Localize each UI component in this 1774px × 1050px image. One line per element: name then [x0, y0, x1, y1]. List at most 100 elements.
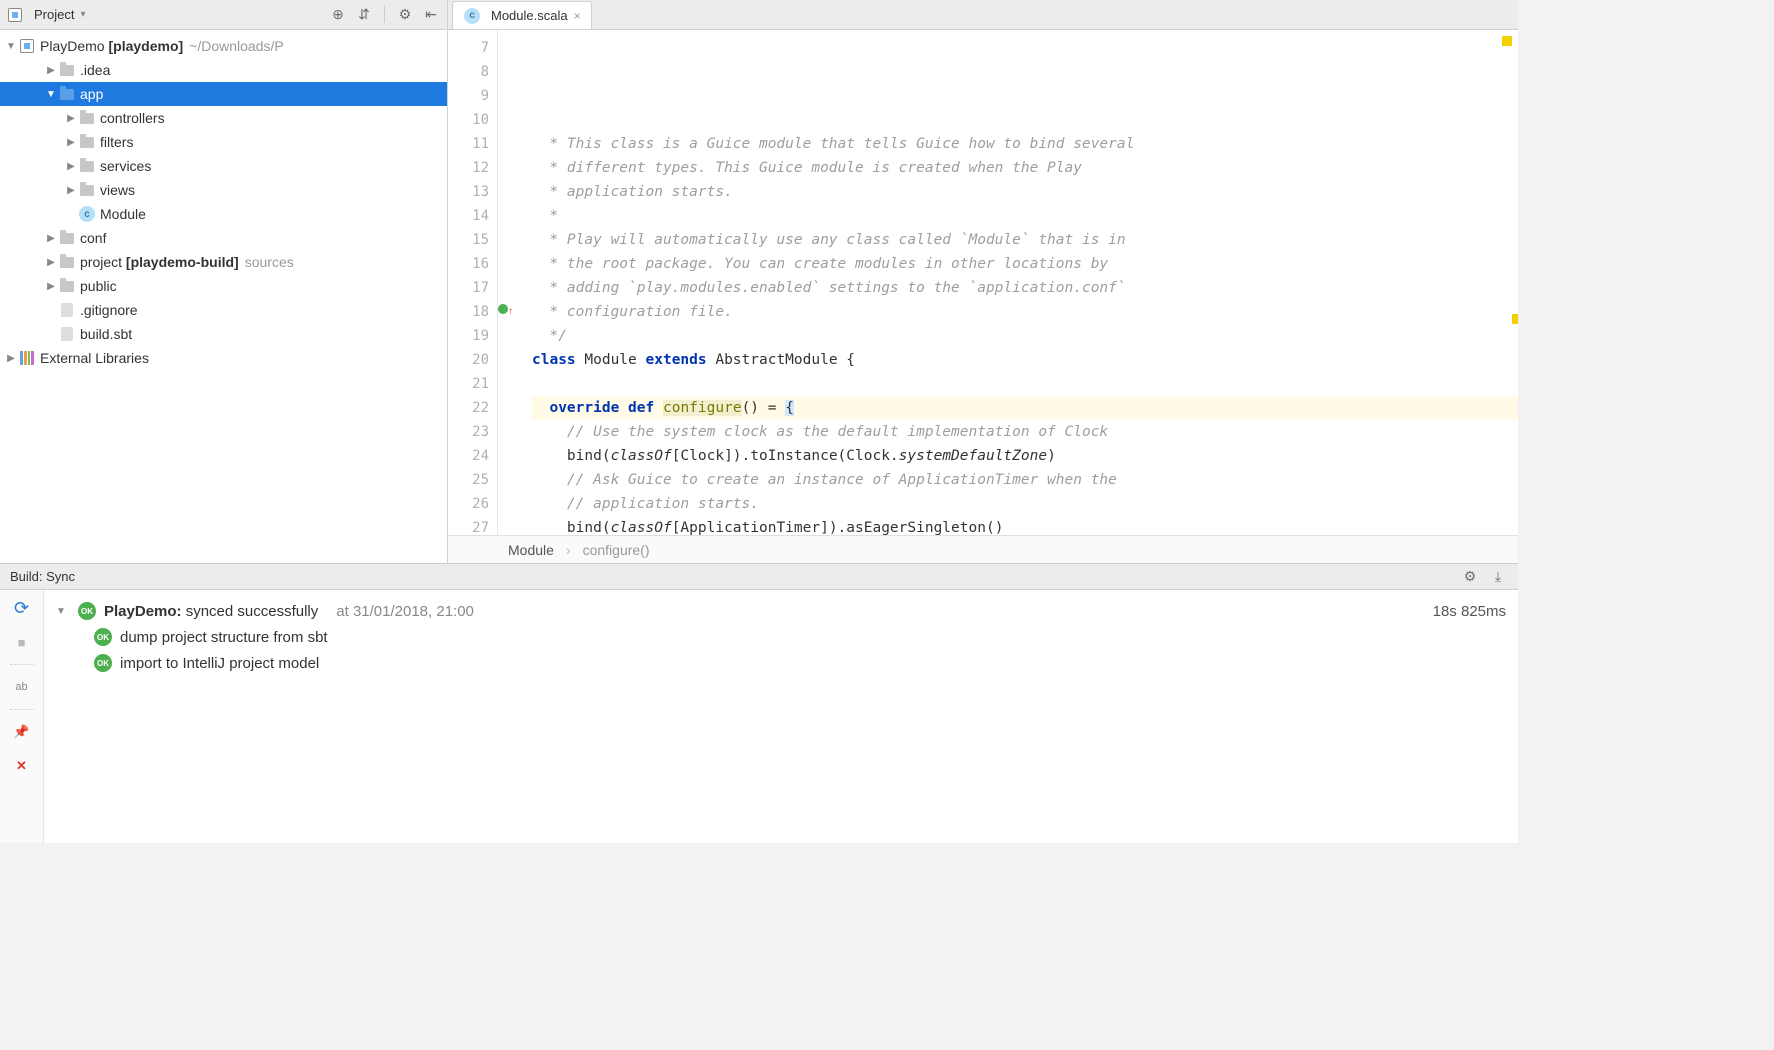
tree-item-label: conf	[80, 230, 106, 246]
build-step[interactable]: OKimport to IntelliJ project model	[56, 650, 1506, 676]
refresh-icon[interactable]: ⟳	[10, 596, 34, 620]
folder-icon	[78, 109, 96, 127]
code-line[interactable]: override def configure() = {	[532, 396, 1518, 420]
code-line[interactable]: * the root package. You can create modul…	[532, 252, 1518, 276]
build-header: Build: Sync ⚙ ⤓	[0, 564, 1518, 590]
tree-root-label: PlayDemo [playdemo]	[40, 38, 183, 54]
editor-tab-label: Module.scala	[491, 8, 568, 23]
chevron-right-icon[interactable]: ▶	[44, 65, 58, 76]
chevron-right-icon[interactable]: ▶	[64, 113, 78, 124]
tree-item-conf[interactable]: ▶ conf	[0, 226, 447, 250]
tree-item-filters[interactable]: ▶ filters	[0, 130, 447, 154]
tree-item-project[interactable]: ▶project [playdemo-build]sources	[0, 250, 447, 274]
project-tree[interactable]: ▼ PlayDemo [playdemo] ~/Downloads/P ▶ .id…	[0, 30, 447, 563]
folder-icon	[58, 253, 76, 271]
build-step[interactable]: OKdump project structure from sbt	[56, 624, 1506, 650]
sidebar-title: Project	[34, 7, 74, 22]
stop-icon[interactable]: ■	[10, 630, 34, 654]
tree-item-label: app	[80, 86, 103, 102]
scala-file-icon: c	[463, 7, 481, 25]
code-line[interactable]: * configuration file.	[532, 300, 1518, 324]
breadcrumb-class[interactable]: Module	[508, 542, 554, 558]
code-line[interactable]: // Use the system clock as the default i…	[532, 420, 1518, 444]
tree-item-services[interactable]: ▶ services	[0, 154, 447, 178]
chevron-down-icon[interactable]: ▼	[4, 41, 18, 52]
folder-icon	[58, 277, 76, 295]
code-line[interactable]: *	[532, 204, 1518, 228]
override-gutter-icon[interactable]: ↑	[498, 300, 518, 324]
build-header-label: Build: Sync	[10, 569, 75, 584]
close-icon[interactable]: ×	[574, 9, 581, 23]
chevron-right-icon[interactable]: ▶	[44, 233, 58, 244]
code-line[interactable]: // Ask Guice to create an instance of Ap…	[532, 468, 1518, 492]
code-line[interactable]: * different types. This Guice module is …	[532, 156, 1518, 180]
breadcrumb-method[interactable]: configure()	[583, 542, 650, 558]
ok-badge: OK	[94, 654, 112, 672]
build-toolbar: ⟳ ■ ab 📌 ✕	[0, 590, 44, 843]
tree-item-controllers[interactable]: ▶ controllers	[0, 106, 447, 130]
tree-item-module[interactable]: cModule	[0, 202, 447, 226]
warning-marker-2[interactable]	[1512, 314, 1518, 324]
pin-icon[interactable]: 📌	[10, 720, 34, 744]
code-line[interactable]: class Module extends AbstractModule {	[532, 348, 1518, 372]
chevron-right-icon[interactable]: ▶	[64, 185, 78, 196]
build-timestamp: at 31/01/2018, 21:00	[336, 603, 474, 620]
filter-icon[interactable]: ab	[10, 675, 34, 699]
chevron-down-icon[interactable]: ▼	[44, 89, 58, 100]
module-icon	[18, 37, 36, 55]
collapse-icon[interactable]: ⇵	[354, 5, 374, 25]
tree-item-build-sbt[interactable]: build.sbt	[0, 322, 447, 346]
folder-icon	[78, 181, 96, 199]
tree-item-label: .idea	[80, 62, 110, 78]
tree-item-label: .gitignore	[80, 302, 138, 318]
close-icon[interactable]: ✕	[10, 754, 34, 778]
code-line[interactable]: bind(classOf[ApplicationTimer]).asEagerS…	[532, 516, 1518, 535]
tree-item-label: controllers	[100, 110, 165, 126]
code-line[interactable]	[532, 372, 1518, 396]
code-line[interactable]: * adding `play.modules.enabled` settings…	[532, 276, 1518, 300]
gear-icon[interactable]: ⚙	[1460, 567, 1480, 587]
tree-item-public[interactable]: ▶ public	[0, 274, 447, 298]
chevron-right-icon[interactable]: ▶	[64, 137, 78, 148]
code-line[interactable]: * This class is a Guice module that tell…	[532, 132, 1518, 156]
tree-item-views[interactable]: ▶ views	[0, 178, 447, 202]
dropdown-icon[interactable]: ▾	[80, 9, 85, 20]
chevron-down-icon[interactable]: ▼	[56, 606, 70, 617]
folder-icon	[58, 229, 76, 247]
code-content[interactable]: * This class is a Guice module that tell…	[518, 30, 1518, 535]
code-editor[interactable]: 789101112131415161718192021222324252627 …	[448, 30, 1518, 535]
tree-item-label: project [playdemo-build]	[80, 254, 239, 270]
tree-item-label: public	[80, 278, 117, 294]
code-line[interactable]: * application starts.	[532, 180, 1518, 204]
tree-item-label: services	[100, 158, 151, 174]
tree-item-label: views	[100, 182, 135, 198]
ok-badge: OK	[78, 602, 96, 620]
code-line[interactable]: * Play will automatically use any class …	[532, 228, 1518, 252]
tree-root[interactable]: ▼ PlayDemo [playdemo] ~/Downloads/P	[0, 34, 447, 58]
download-icon[interactable]: ⤓	[1488, 567, 1508, 587]
tree-item--gitignore[interactable]: .gitignore	[0, 298, 447, 322]
locate-icon[interactable]: ⊕	[328, 5, 348, 25]
ok-badge: OK	[94, 628, 112, 646]
warning-marker[interactable]	[1502, 36, 1512, 46]
editor-tab-module[interactable]: c Module.scala ×	[452, 1, 592, 29]
folder-icon	[78, 133, 96, 151]
library-icon	[18, 349, 36, 367]
tree-item-label: filters	[100, 134, 133, 150]
build-result-row[interactable]: ▼ OK PlayDemo: synced successfully at 31…	[56, 598, 1506, 624]
chevron-right-icon[interactable]: ▶	[44, 257, 58, 268]
tree-item--idea[interactable]: ▶ .idea	[0, 58, 447, 82]
chevron-right-icon[interactable]: ▶	[64, 161, 78, 172]
chevron-right-icon[interactable]: ▶	[4, 353, 18, 364]
gear-icon[interactable]: ⚙	[395, 5, 415, 25]
hide-icon[interactable]: ⇤	[421, 5, 441, 25]
chevron-right-icon[interactable]: ▶	[44, 281, 58, 292]
editor-area: c Module.scala × 78910111213141516171819…	[448, 0, 1518, 563]
tree-item-app[interactable]: ▼ app	[0, 82, 447, 106]
code-line[interactable]: // application starts.	[532, 492, 1518, 516]
code-line[interactable]: */	[532, 324, 1518, 348]
build-timing: 18s 825ms	[1433, 603, 1506, 620]
external-libraries[interactable]: ▶ External Libraries	[0, 346, 447, 370]
code-line[interactable]: bind(classOf[Clock]).toInstance(Clock.sy…	[532, 444, 1518, 468]
build-content: ▼ OK PlayDemo: synced successfully at 31…	[44, 590, 1518, 843]
